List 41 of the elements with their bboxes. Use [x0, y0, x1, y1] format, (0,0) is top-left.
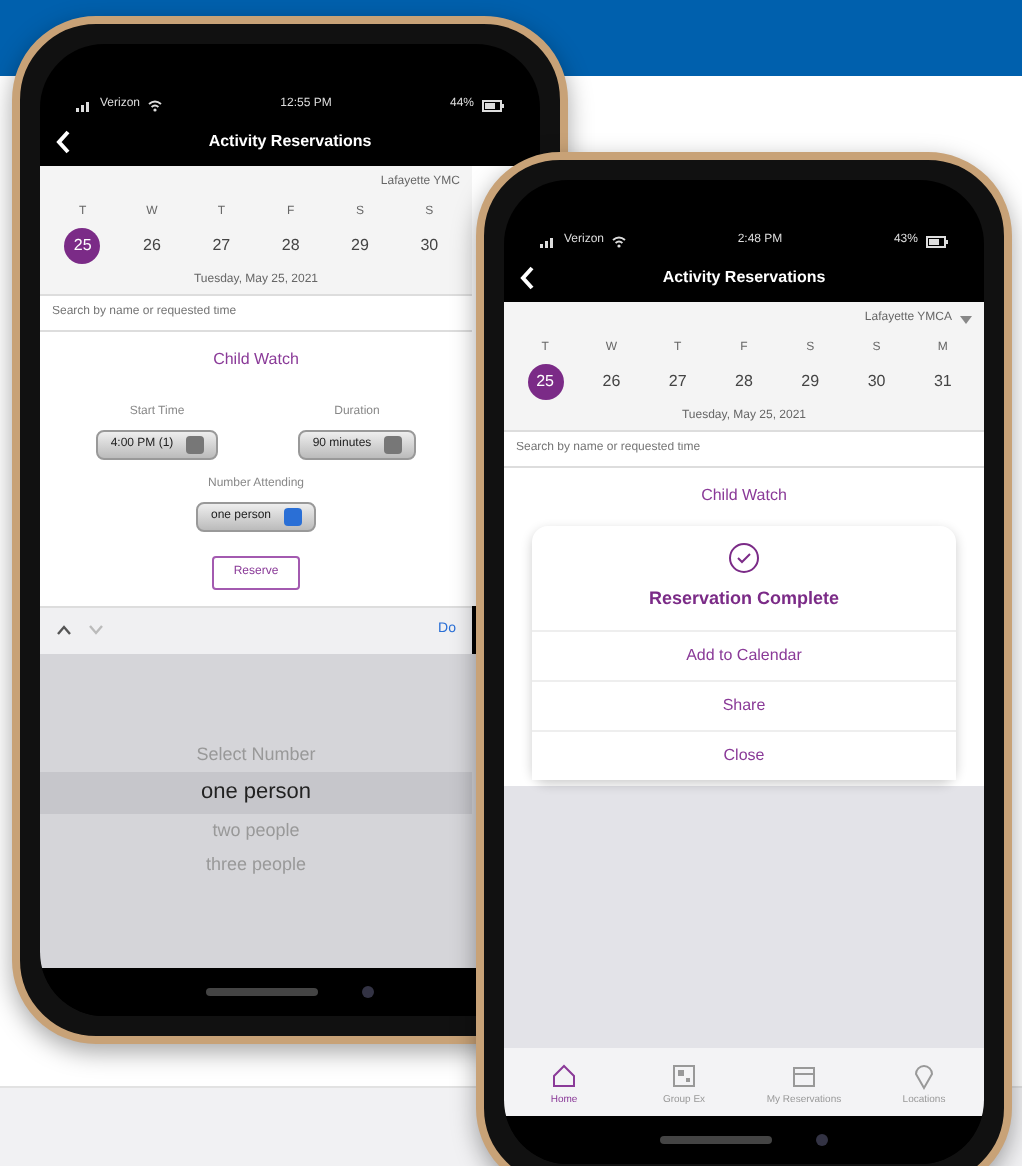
- location-pin-icon: [910, 1061, 938, 1089]
- calendar-day[interactable]: 28: [272, 228, 309, 264]
- calendar-day[interactable]: 25: [527, 364, 564, 400]
- screen-title: Activity Reservations: [206, 130, 374, 154]
- battery-icon: [482, 99, 504, 111]
- calendar-day[interactable]: 26: [593, 364, 630, 400]
- camera-dot: [816, 1134, 828, 1146]
- wifi-icon: [612, 235, 627, 247]
- back-chevron-icon[interactable]: [56, 130, 72, 154]
- signal-icon: [76, 99, 92, 111]
- calendar-day[interactable]: 27: [203, 228, 240, 264]
- signal-icon: [540, 235, 556, 247]
- calendar-day[interactable]: 31: [924, 364, 961, 400]
- back-chevron-icon[interactable]: [520, 266, 536, 290]
- chevron-up-icon[interactable]: [56, 624, 72, 637]
- calendar-day[interactable]: 30: [858, 364, 895, 400]
- battery-icon: [925, 235, 948, 247]
- dialog-action[interactable]: Share: [532, 679, 956, 729]
- home-indicator: [206, 988, 318, 996]
- dialog-title: Reservation Complete: [648, 586, 840, 612]
- picker-option[interactable]: one person: [40, 772, 472, 814]
- caret-icon: [960, 315, 972, 323]
- camera-dot: [362, 986, 374, 998]
- screen-title: Activity Reservations: [660, 266, 828, 290]
- calendar-day[interactable]: 30: [411, 228, 448, 264]
- activity-selector[interactable]: Child Watch: [40, 332, 472, 388]
- calendar-day[interactable]: 25: [64, 228, 101, 264]
- activity-selector[interactable]: Child Watch: [504, 468, 984, 524]
- home-indicator: [660, 1136, 772, 1144]
- calendar-day[interactable]: 26: [133, 228, 170, 264]
- wifi-icon: [148, 99, 163, 111]
- dialog-action[interactable]: Close: [532, 729, 956, 779]
- qr-code-icon: [670, 1061, 698, 1089]
- calendar-day[interactable]: 29: [341, 228, 378, 264]
- calendar-day[interactable]: 28: [725, 364, 762, 400]
- check-circle-icon: [728, 542, 760, 574]
- dialog-action[interactable]: Add to Calendar: [532, 629, 956, 679]
- calendar-icon: [790, 1061, 818, 1089]
- calendar-day[interactable]: 29: [792, 364, 829, 400]
- home-icon: [550, 1061, 578, 1089]
- calendar-day[interactable]: 27: [659, 364, 696, 400]
